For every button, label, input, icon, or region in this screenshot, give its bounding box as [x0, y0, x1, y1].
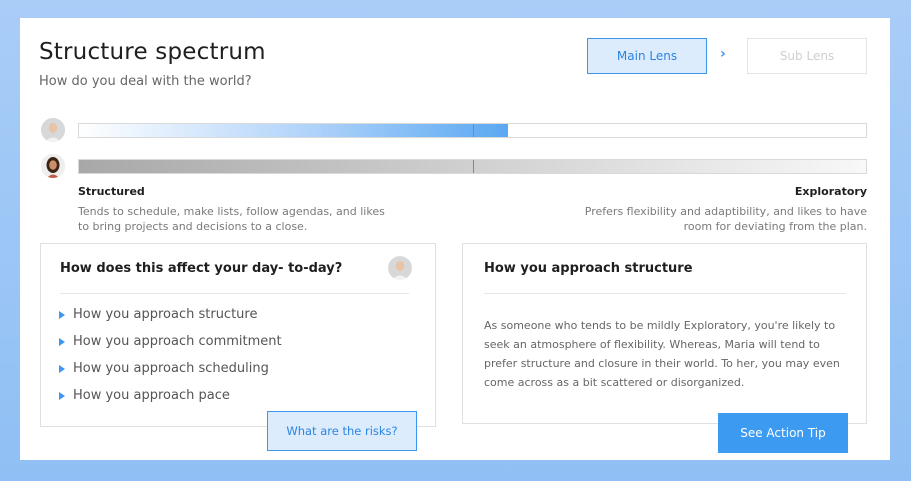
card-divider [60, 293, 409, 294]
list-item-label: How you approach scheduling [73, 361, 269, 376]
spectrum-bar-user [78, 123, 867, 138]
spectrum-midline [472, 124, 474, 137]
chevron-right-icon: › [720, 46, 726, 62]
main-panel: Structure spectrum How do you deal with … [20, 18, 890, 460]
triangle-right-icon [59, 391, 65, 400]
list-item-label: How you approach structure [73, 307, 258, 322]
avatar-maria [41, 154, 65, 178]
risks-button[interactable]: What are the risks? [267, 411, 417, 451]
pole-exploratory-description: Prefers flexibility and adaptibility, an… [584, 205, 867, 233]
list-item[interactable]: How you approach pace [59, 388, 230, 403]
list-item[interactable]: How you approach structure [59, 307, 257, 322]
pole-exploratory-title: Exploratory [794, 185, 867, 198]
card-heading: How does this affect your day- to-day? [60, 261, 343, 276]
avatar-user [41, 118, 65, 142]
card-heading: How you approach structure [484, 261, 693, 276]
pole-structured-description: Tends to schedule, make lists, follow ag… [78, 205, 385, 233]
spectrum-fill-user [79, 124, 508, 137]
page-subtitle: How do you deal with the world? [39, 74, 252, 89]
list-item-label: How you approach pace [73, 388, 230, 403]
sub-lens-button[interactable]: Sub Lens [747, 38, 867, 74]
list-item-label: How you approach commitment [73, 334, 282, 349]
triangle-right-icon [59, 310, 65, 319]
list-item[interactable]: How you approach commitment [59, 334, 282, 349]
action-tip-button[interactable]: See Action Tip [718, 413, 848, 453]
triangle-right-icon [59, 337, 65, 346]
card-divider [484, 293, 846, 294]
main-lens-button[interactable]: Main Lens [587, 38, 707, 74]
card-body-text: As someone who tends to be mildly Explor… [484, 319, 840, 389]
spectrum-midline [472, 160, 474, 173]
list-item[interactable]: How you approach scheduling [59, 361, 269, 376]
day-to-day-card: How does this affect your day- to-day? H… [40, 243, 436, 427]
page-title: Structure spectrum [39, 39, 266, 65]
avatar-user [388, 256, 412, 280]
pole-structured-title: Structured [78, 185, 145, 198]
triangle-right-icon [59, 364, 65, 373]
spectrum-bar-maria [78, 159, 867, 174]
approach-structure-card: How you approach structure As someone wh… [462, 243, 867, 424]
